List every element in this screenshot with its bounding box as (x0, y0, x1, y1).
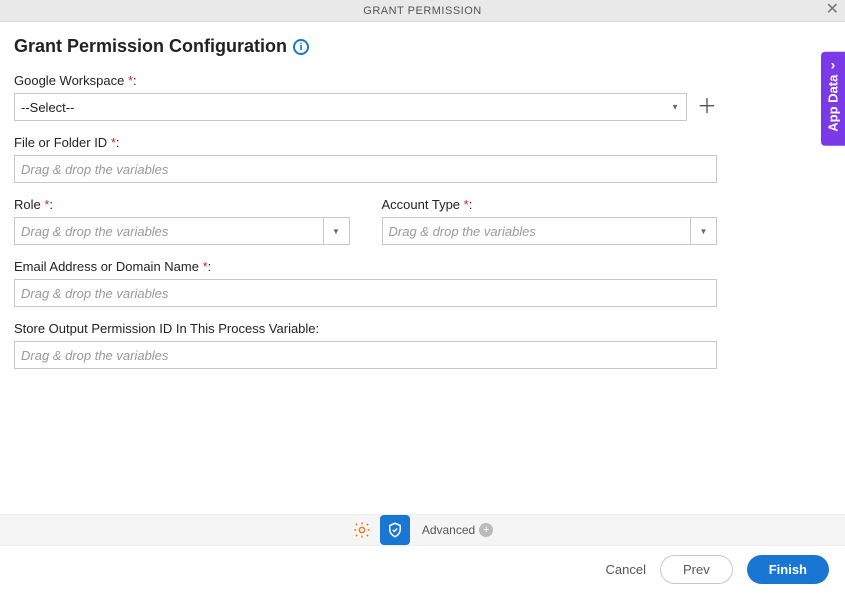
field-google-workspace: Google Workspace *: ＋ (14, 73, 717, 121)
content-area: Grant Permission Configuration i Google … (0, 22, 845, 369)
dialog-header: GRANT PERMISSION ✕ (0, 0, 845, 22)
field-account-type: Account Type *: ▼ (382, 197, 718, 245)
role-input[interactable] (14, 217, 324, 245)
chevron-left-icon: › (831, 56, 836, 72)
role-dropdown-icon[interactable]: ▼ (324, 217, 350, 245)
advanced-link[interactable]: Advanced + (422, 523, 493, 537)
file-folder-id-input[interactable] (14, 155, 717, 183)
info-icon[interactable]: i (293, 39, 309, 55)
dialog-title: GRANT PERMISSION (363, 5, 481, 17)
finish-button[interactable]: Finish (747, 555, 829, 584)
plus-circle-icon: + (479, 523, 493, 537)
role-label: Role *: (14, 197, 350, 212)
google-workspace-select-wrap (14, 93, 687, 121)
file-folder-id-label: File or Folder ID *: (14, 135, 717, 150)
add-workspace-plus-icon[interactable]: ＋ (697, 97, 717, 117)
prev-button[interactable]: Prev (660, 555, 733, 584)
field-role: Role *: ▼ (14, 197, 350, 245)
google-workspace-select[interactable] (14, 93, 687, 121)
row-role-account: Role *: ▼ Account Type *: ▼ (14, 197, 717, 245)
field-email-domain: Email Address or Domain Name *: (14, 259, 717, 307)
email-domain-label: Email Address or Domain Name *: (14, 259, 717, 274)
close-icon[interactable]: ✕ (826, 2, 839, 18)
account-type-label: Account Type *: (382, 197, 718, 212)
google-workspace-label: Google Workspace *: (14, 73, 717, 88)
field-file-folder-id: File or Folder ID *: (14, 135, 717, 183)
app-data-side-tab[interactable]: App Data › (821, 52, 845, 146)
store-output-label: Store Output Permission ID In This Proce… (14, 321, 717, 336)
page-title: Grant Permission Configuration i (14, 36, 831, 57)
account-type-dropdown-icon[interactable]: ▼ (691, 217, 717, 245)
store-output-input[interactable] (14, 341, 717, 369)
field-store-output: Store Output Permission ID In This Proce… (14, 321, 717, 369)
dialog-footer: Cancel Prev Finish (0, 546, 845, 593)
side-tab-label: App Data (826, 75, 841, 132)
gear-icon[interactable] (352, 520, 372, 540)
account-type-input[interactable] (382, 217, 692, 245)
shield-icon[interactable] (380, 515, 410, 545)
email-domain-input[interactable] (14, 279, 717, 307)
cancel-button[interactable]: Cancel (606, 562, 646, 577)
bottom-toolbar: Advanced + (0, 514, 845, 546)
